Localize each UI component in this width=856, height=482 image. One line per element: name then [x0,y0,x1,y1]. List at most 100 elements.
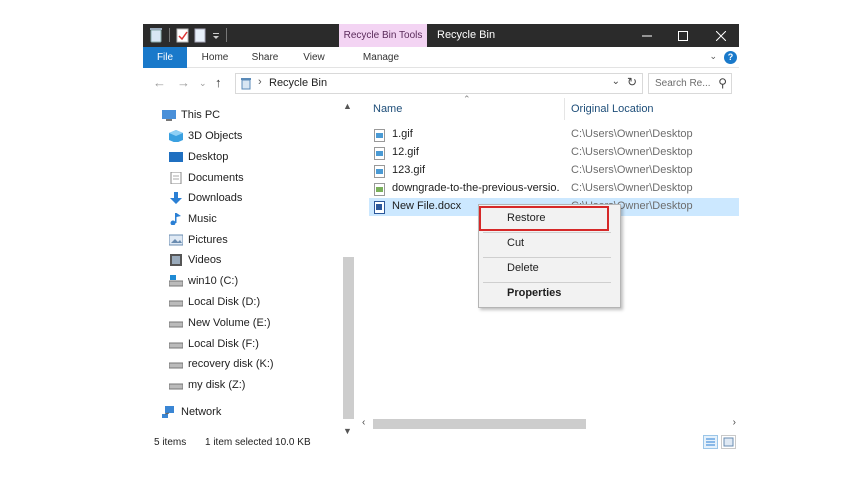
tab-file[interactable]: File [143,47,187,68]
help-button[interactable]: ? [724,51,737,64]
sidebar-item-local-disk-f[interactable]: Local Disk (F:) [169,335,259,353]
tab-view[interactable]: View [294,47,334,68]
sort-ascending-icon: ⌃ [463,94,471,104]
forward-arrow-icon[interactable]: → [177,75,190,90]
search-placeholder: Search Re... [655,78,711,89]
sidebar-item-label: Pictures [188,234,228,246]
properties-icon[interactable] [176,27,190,43]
sidebar-item-label: Local Disk (F:) [188,338,259,350]
close-icon [716,30,726,41]
sidebar-item-label: 3D Objects [188,130,243,142]
scrollbar-thumb[interactable] [343,257,354,419]
scroll-right-icon[interactable]: › [733,417,736,428]
sidebar-item-local-disk-d[interactable]: Local Disk (D:) [169,293,260,311]
drive-icon [169,342,183,349]
sidebar-item-label: my disk (Z:) [188,379,246,391]
sidebar-item-label: Documents [188,172,244,184]
file-location: C:\Users\Owner\Desktop [571,128,693,140]
videos-icon [170,254,182,266]
back-arrow-icon[interactable]: ← [153,75,166,90]
chevron-down-icon[interactable]: ⌄ [612,76,620,87]
customize-toolbar-icon[interactable] [212,27,220,43]
title-bar: Recycle Bin Tools Recycle Bin [143,24,739,47]
3d-objects-icon [169,130,183,142]
close-button[interactable] [703,24,739,47]
this-pc-icon [162,110,176,121]
nav-pane-scrollbar[interactable]: ▲ ▼ [341,97,355,436]
recycle-bin-icon [241,78,251,90]
sidebar-item-label: Desktop [188,151,229,163]
sidebar-item-win10-c[interactable]: win10 (C:) [169,272,238,290]
tab-manage[interactable]: Manage [355,47,407,68]
menu-item-properties[interactable]: Properties [481,283,617,305]
refresh-icon[interactable]: ↻ [627,75,637,89]
sidebar-item-downloads[interactable]: Downloads [169,189,242,207]
menu-item-delete[interactable]: Delete [481,258,617,280]
word-document-icon [374,201,385,214]
sidebar-item-recovery-disk-k[interactable]: recovery disk (K:) [169,355,274,373]
sidebar-item-label: Local Disk (D:) [188,296,261,308]
sidebar-item-pictures[interactable]: Pictures [169,231,228,249]
large-icons-view-button[interactable] [721,435,736,449]
search-icon: ⚲ [718,76,727,90]
downloads-icon [170,192,182,204]
sidebar-item-videos[interactable]: Videos [169,251,221,269]
navigation-pane: This PC 3D Objects Desktop Documents Dow… [143,97,341,429]
sidebar-item-label: recovery disk (K:) [188,358,274,370]
navigation-row: ← → ⌄ ↑ › Recycle Bin ⌄ ↻ Search Re... ⚲ [143,71,739,97]
maximize-icon [678,30,688,41]
sidebar-item-music[interactable]: Music [169,210,217,228]
quick-access-toolbar [149,27,229,43]
minimize-button[interactable] [629,24,665,47]
search-input[interactable]: Search Re... ⚲ [648,73,732,94]
menu-item-cut[interactable]: Cut [481,233,617,255]
file-name: 12.gif [392,146,419,158]
column-divider[interactable] [564,98,565,120]
list-item[interactable]: 1.gif C:\Users\Owner\Desktop [369,126,739,144]
recycle-bin-tools-tab[interactable]: Recycle Bin Tools [339,24,427,47]
tab-share[interactable]: Share [245,47,285,68]
sidebar-item-label: This PC [181,109,221,121]
gif-file-icon [374,165,385,178]
sidebar-item-my-disk-z[interactable]: my disk (Z:) [169,376,245,394]
sidebar-item-desktop[interactable]: Desktop [169,148,228,166]
gif-file-icon [374,147,385,160]
toolbar-divider [226,28,227,42]
image-file-icon [374,183,385,196]
sidebar-item-label: Downloads [188,192,243,204]
address-bar[interactable]: › Recycle Bin ⌄ ↻ [235,73,643,94]
expand-ribbon-icon[interactable]: ⌄ [709,51,717,62]
file-name: 123.gif [392,164,426,176]
drive-icon [169,300,183,307]
tab-home[interactable]: Home [195,47,235,68]
large-icons-view-icon [723,437,734,447]
scroll-up-icon[interactable]: ▲ [343,101,352,111]
recycle-bin-icon [149,27,163,43]
gif-file-icon [374,129,385,142]
file-name: 1.gif [392,128,413,140]
sidebar-item-3d-objects[interactable]: 3D Objects [169,127,242,145]
maximize-button[interactable] [665,24,701,47]
sidebar-item-network[interactable]: Network [162,403,221,421]
list-item[interactable]: 123.gif C:\Users\Owner\Desktop [369,162,739,180]
column-header-original-location[interactable]: Original Location [571,103,654,115]
drive-icon [169,275,183,287]
drive-icon [169,362,183,369]
list-item[interactable]: 12.gif C:\Users\Owner\Desktop [369,144,739,162]
breadcrumb[interactable]: Recycle Bin [269,77,327,89]
list-item[interactable]: downgrade-to-the-previous-versio... C:\U… [369,180,739,198]
content-horizontal-scrollbar[interactable]: ‹ › [359,416,739,432]
details-view-icon [706,438,715,446]
scrollbar-thumb[interactable] [373,419,586,429]
new-folder-icon[interactable] [194,27,208,43]
sidebar-item-new-volume-e[interactable]: New Volume (E:) [169,314,271,332]
recent-locations-icon[interactable]: ⌄ [199,78,207,89]
scroll-left-icon[interactable]: ‹ [362,417,365,428]
up-arrow-icon[interactable]: ↑ [215,75,222,90]
sidebar-item-this-pc[interactable]: This PC [162,106,220,124]
file-name: downgrade-to-the-previous-versio... [392,182,560,194]
column-header-name[interactable]: Name [373,103,402,115]
sidebar-item-documents[interactable]: Documents [169,169,244,187]
details-view-button[interactable] [703,435,718,449]
drive-icon [169,321,183,328]
